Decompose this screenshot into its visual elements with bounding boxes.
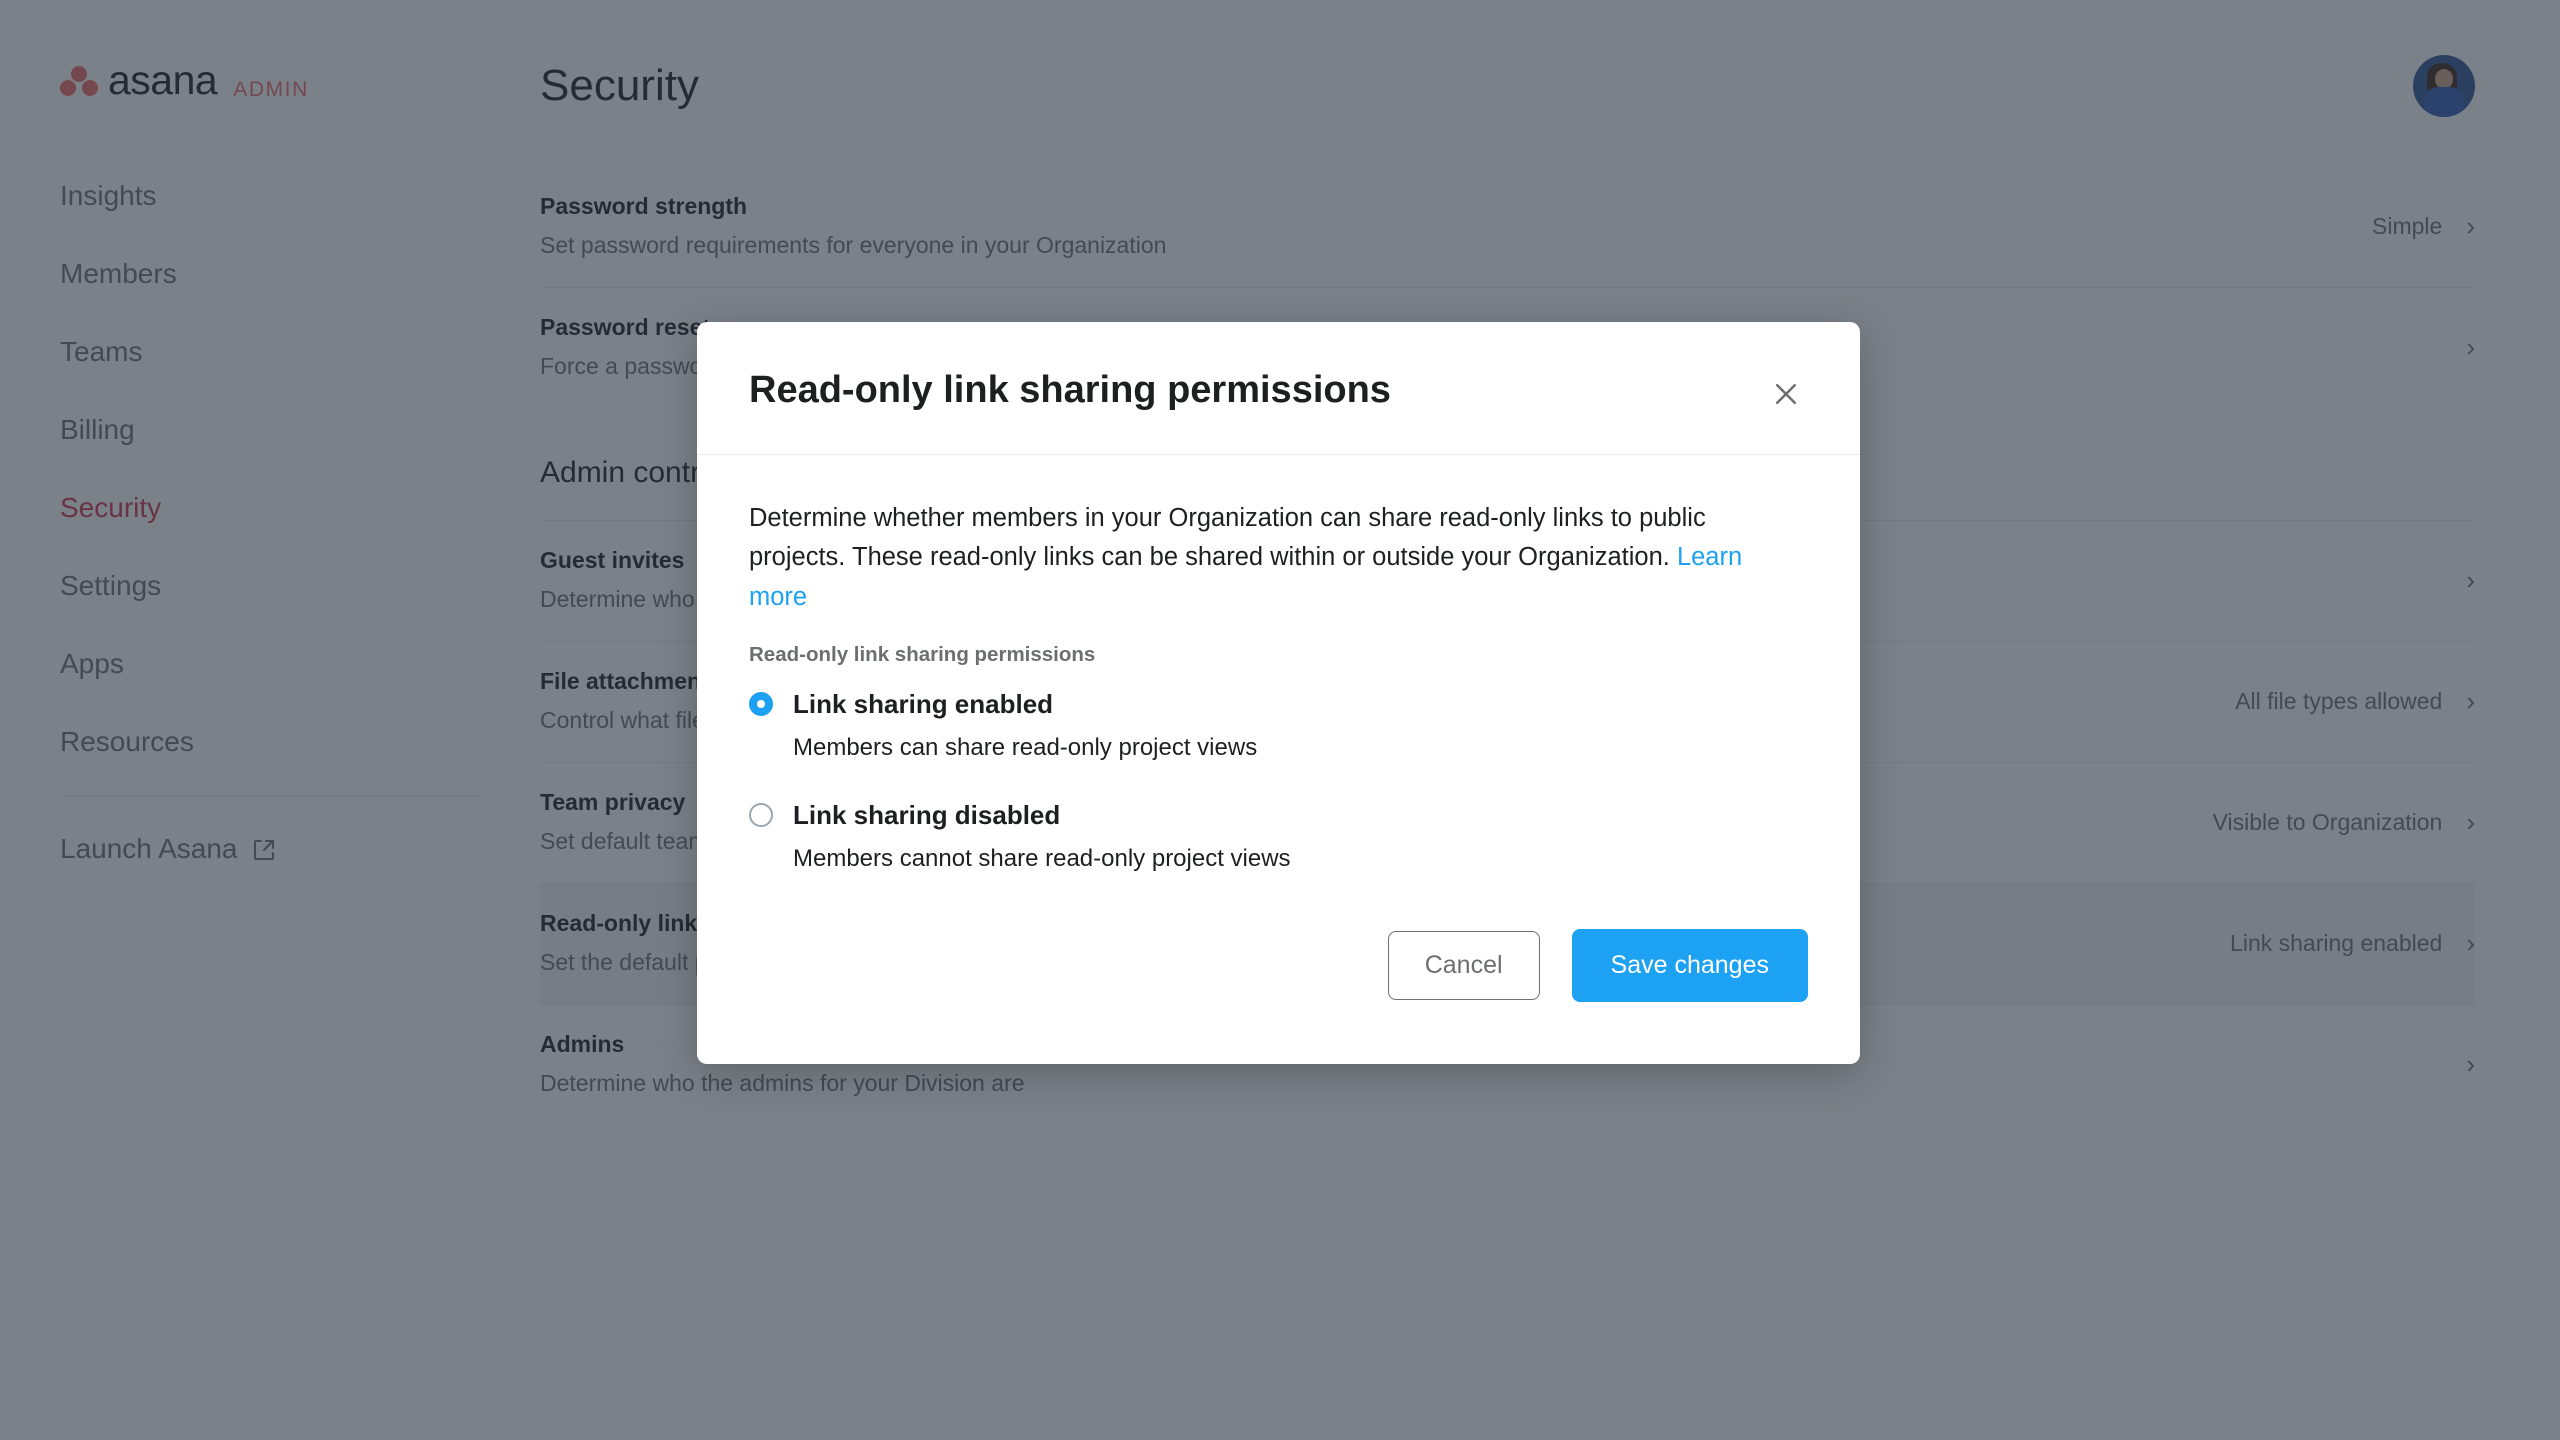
radio-option-link-sharing-enabled[interactable]: Link sharing enabled Members can share r… [749, 689, 1808, 762]
radio-button-enabled[interactable] [749, 692, 773, 717]
field-label: Read-only link sharing permissions [749, 642, 1096, 666]
dialog-footer: Cancel Save changes [697, 911, 1860, 1064]
save-changes-button[interactable]: Save changes [1571, 928, 1808, 1002]
radio-sublabel-enabled: Members can share read-only project view… [793, 733, 1258, 761]
radio-option-link-sharing-disabled[interactable]: Link sharing disabled Members cannot sha… [749, 800, 1808, 873]
radio-label-disabled: Link sharing disabled [793, 799, 1061, 830]
link-sharing-radio-group: Link sharing enabled Members can share r… [749, 689, 1808, 873]
radio-label-enabled: Link sharing enabled [793, 688, 1054, 719]
dialog-header: Read-only link sharing permissions [697, 322, 1860, 455]
radio-button-disabled[interactable] [749, 803, 773, 828]
radio-sublabel-disabled: Members cannot share read-only project v… [793, 844, 1291, 872]
cancel-button[interactable]: Cancel [1387, 930, 1540, 1000]
close-icon[interactable] [1764, 372, 1808, 416]
dialog-description-text: Determine whether members in your Organi… [749, 504, 1706, 572]
dialog-body: Determine whether members in your Organi… [697, 455, 1860, 873]
dialog-description: Determine whether members in your Organi… [749, 499, 1759, 617]
dialog-title: Read-only link sharing permissions [749, 369, 1391, 411]
read-only-link-sharing-dialog: Read-only link sharing permissions Deter… [697, 322, 1860, 1064]
